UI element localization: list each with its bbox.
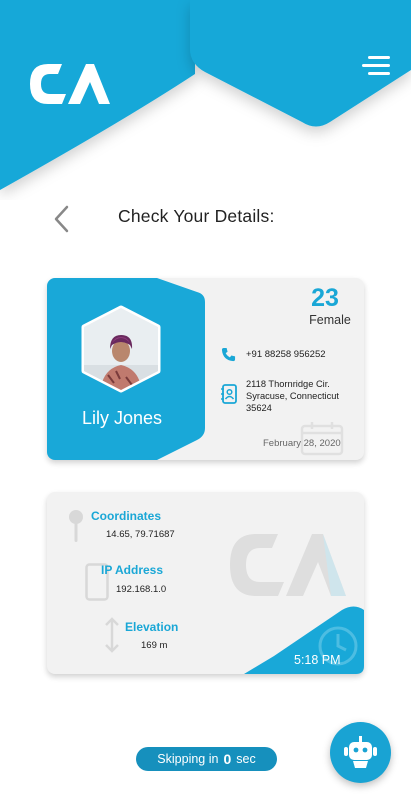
chatbot-button[interactable] xyxy=(330,722,391,783)
ip-address-label: IP Address xyxy=(101,563,164,577)
skip-timer[interactable]: Skipping in 0 sec xyxy=(136,747,277,771)
menu-icon-line-1 xyxy=(368,56,390,59)
page-title: Check Your Details: xyxy=(118,206,275,226)
title-row: Check Your Details: xyxy=(0,200,411,236)
ca-logo xyxy=(30,64,110,104)
ca-watermark-logo xyxy=(230,534,346,596)
location-pin-icon xyxy=(69,510,83,542)
address-line-1: 2118 Thornridge Cir. xyxy=(246,379,330,389)
address: 2118 Thornridge Cir. Syracuse, Connectic… xyxy=(246,378,361,414)
coordinates-label: Coordinates xyxy=(91,509,162,523)
skip-prefix: Skipping in xyxy=(157,752,219,766)
gender-value: Female xyxy=(309,313,351,327)
elevation-icon xyxy=(105,617,119,653)
back-arrow-icon[interactable] xyxy=(50,204,74,234)
elevation-label: Elevation xyxy=(125,620,179,634)
elevation-value: 169 m xyxy=(141,640,168,651)
menu-button[interactable] xyxy=(360,54,390,76)
avatar xyxy=(81,305,161,393)
address-line-3: 35624 xyxy=(246,403,272,413)
menu-icon-line-3 xyxy=(368,72,390,75)
user-name: Lily Jones xyxy=(81,408,163,428)
ip-address-value: 192.168.1.0 xyxy=(116,584,167,595)
phone-number: +91 88258 956252 xyxy=(246,349,326,360)
time-value: 5:18 PM xyxy=(294,653,341,667)
coordinates-value: 14.65, 79.71687 xyxy=(106,529,175,540)
age-value: 23 xyxy=(311,284,339,312)
skip-count: 0 xyxy=(223,751,232,767)
menu-icon-line-2 xyxy=(362,64,390,67)
skip-suffix: sec xyxy=(236,752,256,766)
address-line-2: Syracuse, Connecticut xyxy=(246,391,340,401)
robot-icon xyxy=(344,736,377,768)
address-book-icon xyxy=(221,384,237,404)
phone-icon xyxy=(221,347,236,362)
date-value: February 28, 2020 xyxy=(263,438,341,449)
